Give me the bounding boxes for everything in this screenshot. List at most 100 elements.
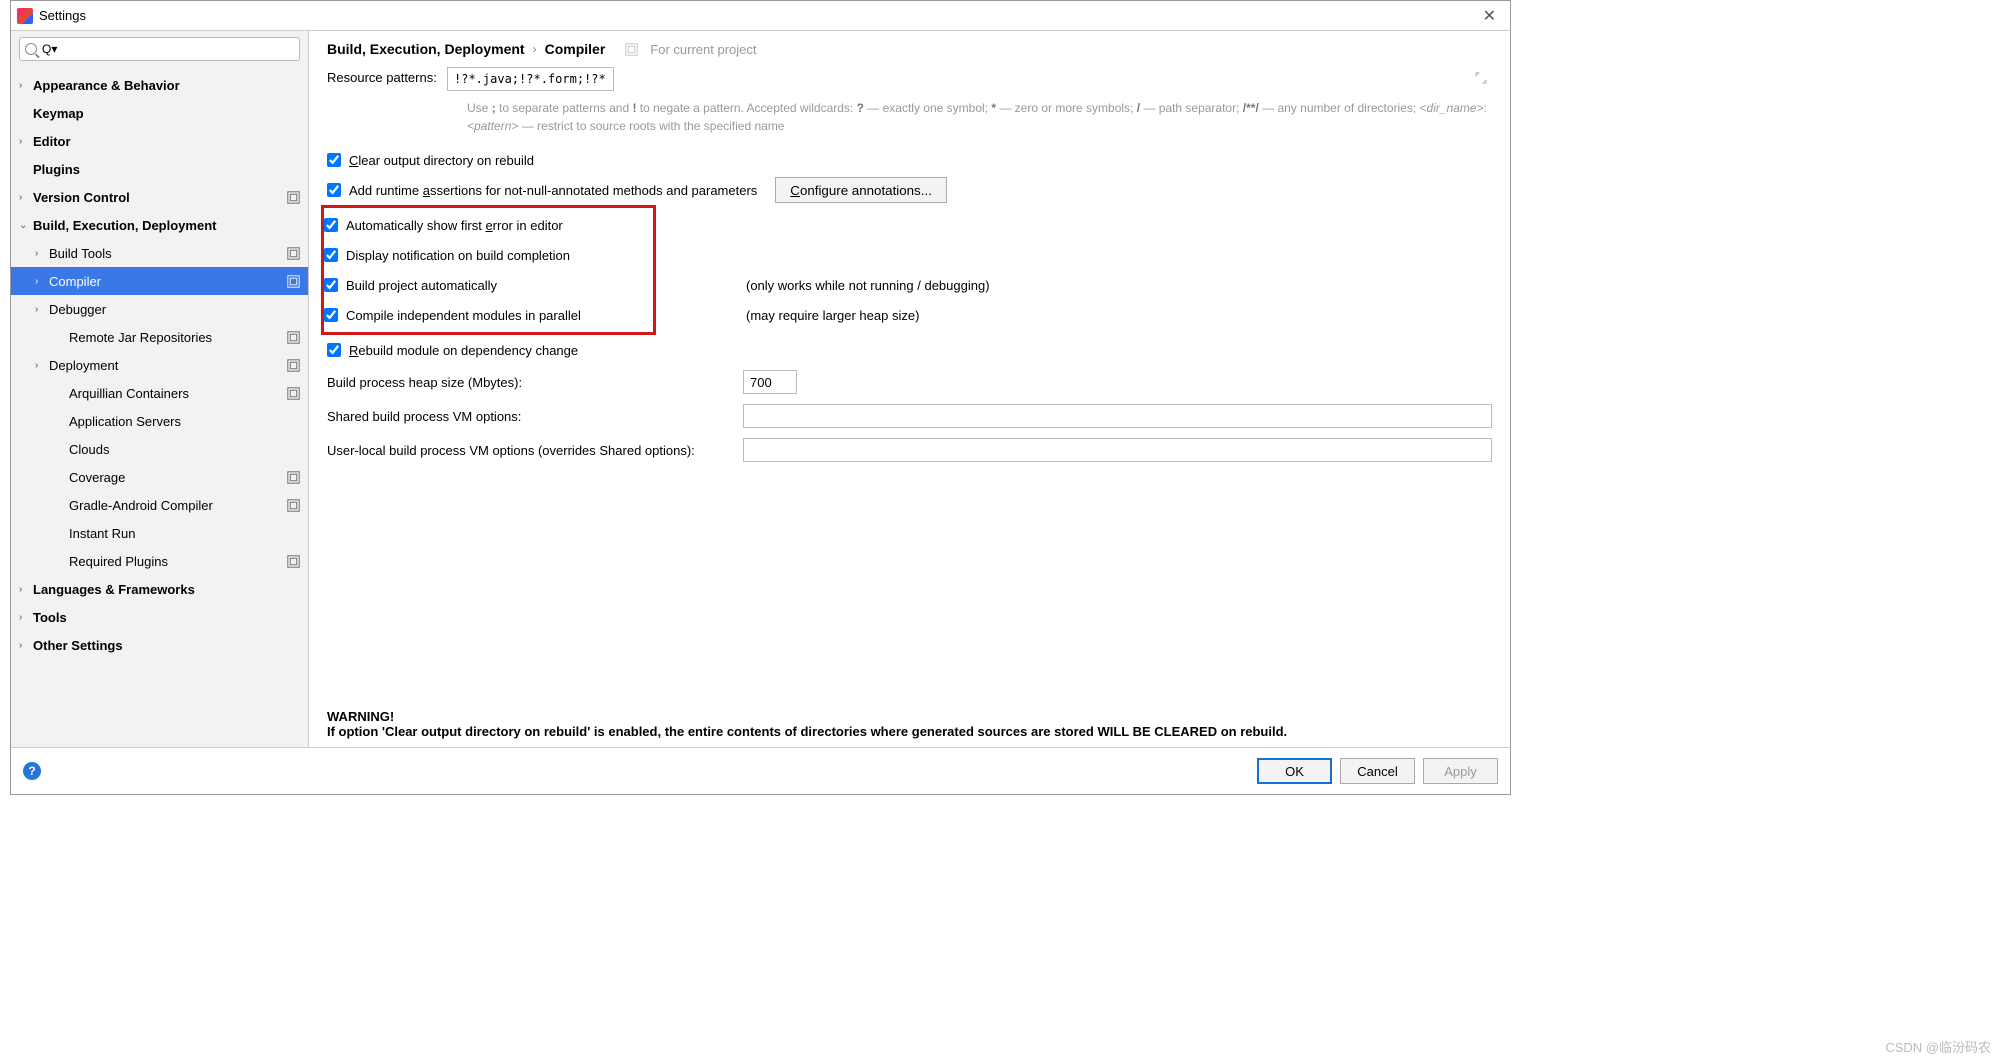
tree-item-label: Plugins [33,162,308,177]
heap-size-label: Build process heap size (Mbytes): [327,375,743,390]
resource-patterns-input[interactable] [447,67,614,91]
project-icon [287,555,300,568]
tree-item-label: Other Settings [33,638,308,653]
app-icon [17,8,33,24]
project-icon [625,43,638,56]
tree-item-label: Build, Execution, Deployment [33,218,308,233]
chevron-icon: › [19,612,33,623]
compiler-settings: Resource patterns: Use ; to separate pat… [309,67,1510,747]
configure-annotations-button[interactable]: Configure annotations... [775,177,947,203]
tree-item-build-execution-deployment[interactable]: ⌄Build, Execution, Deployment [11,211,308,239]
chevron-icon: › [19,136,33,147]
crumb-current: Compiler [545,41,606,57]
tree-item-plugins[interactable]: Plugins [11,155,308,183]
expand-icon[interactable] [1474,71,1488,85]
search-wrap [11,31,308,67]
tree-item-label: Remote Jar Repositories [69,330,287,345]
note-auto: (only works while not running / debuggin… [746,278,990,293]
apply-button[interactable]: Apply [1423,758,1498,784]
tree-item-label: Debugger [49,302,308,317]
chevron-icon: › [19,80,33,91]
tree-item-label: Keymap [33,106,308,121]
tree-item-instant-run[interactable]: Instant Run [11,519,308,547]
tree-item-build-tools[interactable]: ›Build Tools [11,239,308,267]
watermark: CSDN @临汾码农 [1885,1037,1991,1056]
shared-vm-label: Shared build process VM options: [327,409,743,424]
tree-item-label: Tools [33,610,308,625]
tree-item-keymap[interactable]: Keymap [11,99,308,127]
highlight-box: Automatically show first error in editor… [321,205,656,335]
tree-item-label: Coverage [69,470,287,485]
note-parallel: (may require larger heap size) [746,308,919,323]
chevron-icon: › [19,192,33,203]
project-icon [287,275,300,288]
tree-item-label: Gradle-Android Compiler [69,498,287,513]
settings-tree[interactable]: ›Appearance & BehaviorKeymap›EditorPlugi… [11,67,308,747]
breadcrumb: Build, Execution, Deployment › Compiler … [309,31,1510,67]
main-panel: Build, Execution, Deployment › Compiler … [309,31,1510,747]
tree-item-deployment[interactable]: ›Deployment [11,351,308,379]
footer: ? OK Cancel Apply [11,748,1510,794]
project-icon [287,471,300,484]
body: ›Appearance & BehaviorKeymap›EditorPlugi… [11,31,1510,748]
settings-window: Settings ✕ ›Appearance & BehaviorKeymap›… [10,0,1511,795]
tree-item-application-servers[interactable]: Application Servers [11,407,308,435]
tree-item-coverage[interactable]: Coverage [11,463,308,491]
chevron-icon: › [35,248,49,259]
ok-button[interactable]: OK [1257,758,1332,784]
cb-show-first-error[interactable] [324,218,338,232]
cb-rebuild-on-dep-change[interactable] [327,343,341,357]
tree-item-label: Application Servers [69,414,308,429]
tree-item-arquillian-containers[interactable]: Arquillian Containers [11,379,308,407]
project-icon [287,499,300,512]
tree-item-label: Editor [33,134,308,149]
search-input[interactable] [19,37,300,61]
cb-build-automatically[interactable] [324,278,338,292]
project-icon [287,359,300,372]
cb-display-notification[interactable] [324,248,338,262]
cb-clear-output-row: Clear output directory on rebuild [327,145,1492,175]
tree-item-clouds[interactable]: Clouds [11,435,308,463]
window-title: Settings [39,8,86,23]
chevron-icon: › [19,584,33,595]
sidebar: ›Appearance & BehaviorKeymap›EditorPlugi… [11,31,309,747]
tree-item-required-plugins[interactable]: Required Plugins [11,547,308,575]
cb-runtime-assertions-row: Add runtime assertions for not-null-anno… [327,175,1492,205]
tree-item-appearance-behavior[interactable]: ›Appearance & Behavior [11,71,308,99]
chevron-right-icon: › [533,42,537,56]
tree-item-other-settings[interactable]: ›Other Settings [11,631,308,659]
tree-item-label: Appearance & Behavior [33,78,308,93]
tree-item-label: Instant Run [69,526,308,541]
tree-item-remote-jar-repositories[interactable]: Remote Jar Repositories [11,323,308,351]
tree-item-label: Compiler [49,274,287,289]
tree-item-compiler[interactable]: ›Compiler [11,267,308,295]
cancel-button[interactable]: Cancel [1340,758,1415,784]
tree-item-label: Required Plugins [69,554,287,569]
tree-item-debugger[interactable]: ›Debugger [11,295,308,323]
cb-clear-output[interactable] [327,153,341,167]
cb-compile-parallel[interactable] [324,308,338,322]
tree-item-label: Build Tools [49,246,287,261]
chevron-icon: ⌄ [19,220,33,231]
tree-item-tools[interactable]: ›Tools [11,603,308,631]
crumb-parent[interactable]: Build, Execution, Deployment [327,41,525,57]
tree-item-editor[interactable]: ›Editor [11,127,308,155]
user-vm-label: User-local build process VM options (ove… [327,443,743,458]
project-icon [287,331,300,344]
chevron-icon: › [35,360,49,371]
tree-item-gradle-android-compiler[interactable]: Gradle-Android Compiler [11,491,308,519]
project-icon [287,191,300,204]
project-icon [287,387,300,400]
close-icon[interactable]: ✕ [1475,6,1504,26]
chevron-icon: › [19,640,33,651]
tree-item-languages-frameworks[interactable]: ›Languages & Frameworks [11,575,308,603]
heap-size-input[interactable] [743,370,797,394]
tree-item-version-control[interactable]: ›Version Control [11,183,308,211]
shared-vm-input[interactable] [743,404,1492,428]
resource-patterns-help: Use ; to separate patterns and ! to nega… [467,99,1492,135]
project-icon [287,247,300,260]
help-icon[interactable]: ? [23,762,41,780]
chevron-icon: › [35,304,49,315]
cb-runtime-assertions[interactable] [327,183,341,197]
user-vm-input[interactable] [743,438,1492,462]
